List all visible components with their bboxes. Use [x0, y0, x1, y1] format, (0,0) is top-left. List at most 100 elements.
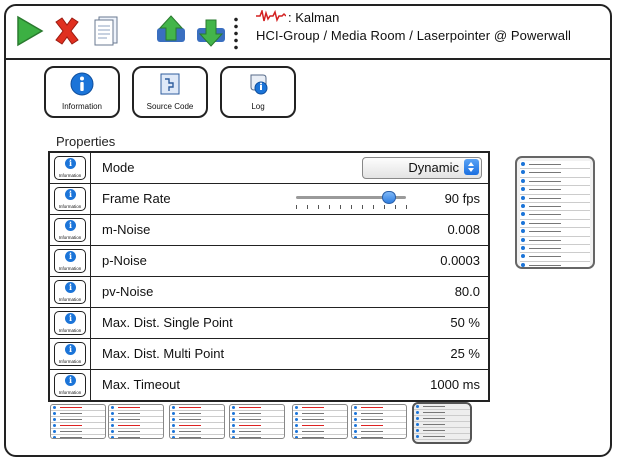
source-code-button[interactable]: Source Code — [132, 66, 208, 118]
info-icon — [70, 72, 94, 96]
filter-name: : Kalman — [288, 10, 340, 25]
slider-tick — [373, 205, 374, 209]
preview-thumbnail[interactable] — [515, 156, 595, 269]
info-button-label: Information — [58, 204, 82, 209]
properties-table: i Information Mode Dynamic i Information… — [48, 151, 490, 402]
info-cell: i Information — [50, 277, 91, 307]
page-thumbnail[interactable] — [351, 404, 407, 439]
thumbnail-row — [520, 177, 590, 187]
slider-knob[interactable] — [382, 191, 397, 204]
app-window: : Kalman HCI-Group / Media Room / Laserp… — [4, 4, 612, 457]
breadcrumb: HCI-Group / Media Room / Laserpointer @ … — [256, 28, 572, 43]
info-button[interactable]: i Information — [54, 342, 86, 366]
property-value[interactable]: 25 % — [450, 346, 480, 361]
thumbnail-row — [520, 253, 590, 262]
page-thumbnail[interactable] — [50, 404, 106, 439]
property-label: Mode — [102, 160, 135, 175]
info-cell: i Information — [50, 184, 91, 214]
slider-tick — [362, 205, 363, 209]
info-icon: i — [65, 344, 76, 355]
info-button-label: Information — [58, 173, 82, 178]
page-thumbnail[interactable] — [169, 404, 225, 439]
thumbnail-row — [520, 244, 590, 254]
info-button-label: Information — [58, 235, 82, 240]
log-button-label: Log — [251, 102, 265, 111]
document-icon[interactable] — [90, 14, 124, 48]
slider-tick — [351, 205, 352, 209]
property-value[interactable]: 80.0 — [455, 284, 480, 299]
info-button-label: Information — [58, 297, 82, 302]
info-button-label: Information — [58, 328, 82, 333]
property-label: m-Noise — [102, 222, 151, 237]
slider-tick — [329, 205, 330, 209]
info-button[interactable]: i Information — [54, 187, 86, 211]
table-row: i Information Frame Rate 90 fps — [50, 183, 488, 214]
info-icon: i — [65, 158, 76, 169]
table-row: i Information Max. Timeout 1000 ms — [50, 369, 488, 400]
info-cell: i Information — [50, 339, 91, 369]
info-button[interactable]: i Information — [54, 218, 86, 242]
thumbnail-row — [520, 236, 590, 245]
property-label: Frame Rate — [102, 191, 171, 206]
page-thumbnail[interactable] — [229, 404, 285, 439]
info-cell: i Information — [50, 308, 91, 338]
property-value[interactable]: 1000 ms — [430, 377, 480, 392]
thumbnail-row — [352, 435, 406, 438]
info-button[interactable]: i Information — [54, 249, 86, 273]
thumbnail-row — [109, 435, 163, 438]
information-button[interactable]: Information — [44, 66, 120, 118]
page-thumbnail[interactable] — [412, 402, 472, 444]
thumbnail-row — [520, 202, 590, 212]
info-icon: i — [65, 220, 76, 231]
info-button[interactable]: i Information — [54, 280, 86, 304]
stop-icon[interactable] — [50, 14, 84, 48]
thumbnail-row — [170, 435, 224, 438]
thumbnail-row — [520, 228, 590, 237]
thumbnail-row — [520, 261, 590, 267]
toolbar-separator — [234, 16, 238, 50]
info-button[interactable]: i Information — [54, 373, 86, 397]
slider-tick — [296, 205, 297, 209]
slider-tick — [395, 205, 396, 209]
select-arrows-icon — [464, 159, 479, 175]
table-row: i Information Max. Dist. Single Point 50… — [50, 307, 488, 338]
thumbnail-row — [230, 435, 284, 438]
page-thumbnail[interactable] — [292, 404, 348, 439]
table-row: i Information pv-Noise 80.0 — [50, 276, 488, 307]
source-code-button-label: Source Code — [146, 102, 194, 111]
thumbnail-row — [520, 169, 590, 178]
properties-title: Properties — [56, 134, 116, 149]
info-button[interactable]: i Information — [54, 311, 86, 335]
property-value[interactable]: 0.0003 — [440, 253, 480, 268]
property-label: pv-Noise — [102, 284, 154, 299]
upload-icon[interactable] — [154, 14, 188, 48]
page-thumbnail[interactable] — [108, 404, 164, 439]
info-button-label: Information — [58, 359, 82, 364]
info-cell: i Information — [50, 153, 91, 183]
property-label: Max. Timeout — [102, 377, 181, 392]
table-row: i Information p-Noise 0.0003 — [50, 245, 488, 276]
slider-tick — [318, 205, 319, 209]
frame-rate-slider[interactable] — [296, 190, 407, 210]
info-button-label: Information — [58, 390, 82, 395]
play-icon[interactable] — [12, 14, 46, 48]
table-row: i Information Mode Dynamic — [50, 153, 488, 183]
download-icon[interactable] — [194, 14, 228, 48]
info-cell: i Information — [50, 246, 91, 276]
log-scroll-icon — [250, 74, 268, 95]
slider-tick — [307, 205, 308, 209]
table-row: i Information m-Noise 0.008 — [50, 214, 488, 245]
info-cell: i Information — [50, 370, 91, 400]
log-button[interactable]: Log — [220, 66, 296, 118]
info-icon: i — [65, 313, 76, 324]
property-value[interactable]: 0.008 — [447, 222, 480, 237]
thumbnail-row — [520, 161, 590, 170]
slider-tick — [340, 205, 341, 209]
waveform-icon — [256, 10, 286, 22]
thumbnail-row — [414, 434, 470, 440]
mode-select[interactable]: Dynamic — [362, 157, 482, 179]
property-label: Max. Dist. Multi Point — [102, 346, 225, 361]
thumbnail-row — [293, 435, 347, 438]
info-button[interactable]: i Information — [54, 156, 86, 180]
property-value[interactable]: 50 % — [450, 315, 480, 330]
